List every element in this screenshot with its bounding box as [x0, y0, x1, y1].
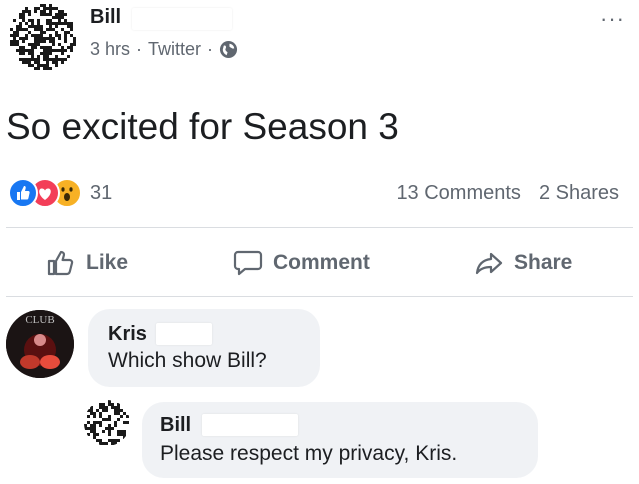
thumbs-up-icon [47, 250, 74, 276]
club-logo-image: CLUB [6, 310, 74, 378]
globe-icon[interactable] [219, 40, 238, 59]
post-source: Twitter [148, 39, 202, 59]
replier-avatar[interactable] [84, 400, 130, 446]
divider [6, 227, 633, 228]
meta-separator: · [136, 39, 143, 59]
redacted-surname [202, 414, 298, 436]
author-name[interactable]: Bill [90, 6, 121, 29]
redacted-surname [132, 8, 232, 30]
comment-author[interactable]: Kris [108, 323, 147, 346]
facebook-post-card: Bill 3 hrs · Twitter · ··· So excited fo… [0, 0, 639, 484]
comment-text: Which show Bill? [108, 349, 267, 372]
share-arrow-icon [475, 252, 503, 275]
commenter-avatar[interactable]: CLUB [6, 310, 74, 378]
reply-author[interactable]: Bill [160, 414, 191, 437]
post-meta: 3 hrs · Twitter · [90, 39, 238, 60]
like-reaction-icon [8, 178, 38, 208]
reaction-count: 31 [90, 181, 113, 204]
reply-bubble: Bill Please respect my privacy, Kris. [142, 402, 538, 478]
comment-button[interactable]: Comment [233, 248, 370, 278]
like-label: Like [86, 251, 129, 274]
author-avatar[interactable] [10, 4, 76, 70]
share-label: Share [514, 251, 573, 274]
redacted-surname [156, 323, 212, 345]
shares-count-link[interactable]: 2 Shares [539, 182, 619, 205]
more-options-icon[interactable]: ··· [600, 6, 625, 32]
meta-separator: · [207, 39, 214, 59]
post-stats: 13 Comments 2 Shares [396, 182, 619, 205]
divider [6, 296, 633, 297]
share-button[interactable]: Share [474, 248, 572, 278]
post-text: So excited for Season 3 [6, 106, 399, 147]
like-button[interactable]: Like [46, 248, 128, 278]
comments-count-link[interactable]: 13 Comments [396, 182, 521, 205]
comment-bubble-icon [233, 250, 263, 276]
comment-label: Comment [273, 251, 370, 274]
reactions-summary[interactable]: 31 [8, 178, 112, 208]
svg-text:CLUB: CLUB [25, 314, 54, 326]
reply-text: Please respect my privacy, Kris. [160, 442, 458, 465]
post-time[interactable]: 3 hrs [90, 39, 130, 60]
comment-bubble: Kris Which show Bill? [88, 309, 320, 387]
